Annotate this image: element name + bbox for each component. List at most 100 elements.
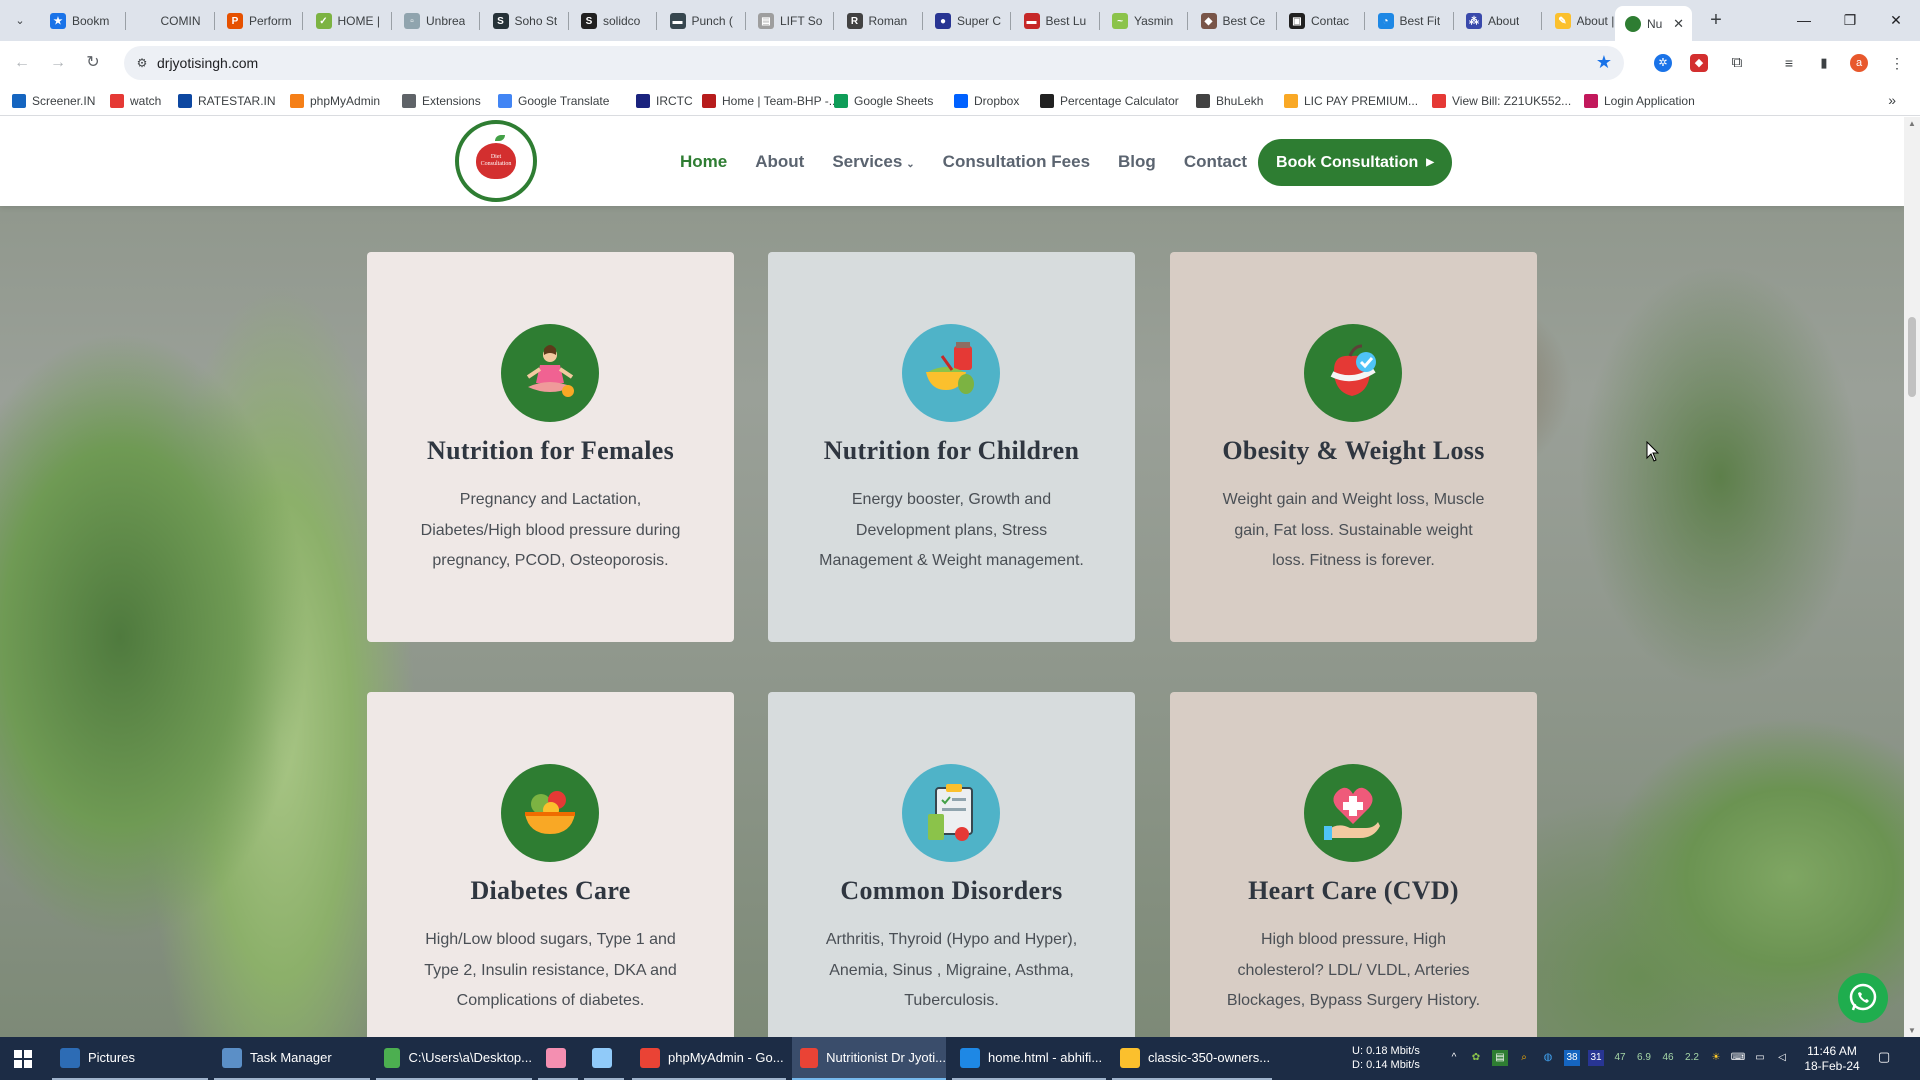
taskbar-app[interactable]: phpMyAdmin - Go...	[632, 1037, 786, 1080]
tab-4[interactable]: ✓ HOME |	[306, 6, 388, 36]
taskbar-app[interactable]	[584, 1037, 624, 1080]
bookmark-item[interactable]: Percentage Calculator	[1040, 92, 1179, 110]
tab-9[interactable]: ▤ LIFT So	[748, 6, 830, 36]
tray-search-icon[interactable]: ⌕	[1516, 1050, 1532, 1066]
tab-6[interactable]: S Soho St	[483, 6, 565, 36]
tab-10[interactable]: R Roman	[837, 6, 919, 36]
tray-keyboard-icon[interactable]: ⌨	[1730, 1050, 1746, 1066]
tab-11[interactable]: ● Super C	[925, 6, 1007, 36]
more-bookmarks-icon[interactable]: »	[1888, 92, 1896, 108]
scroll-up-icon[interactable]: ▲	[1908, 119, 1916, 128]
reload-button[interactable]: ↻	[80, 50, 106, 76]
close-window-button[interactable]: ✕	[1876, 8, 1916, 32]
bookmark-item[interactable]: LIC PAY PREMIUM...	[1284, 92, 1418, 110]
site-settings-icon[interactable]: ⚙	[134, 55, 150, 71]
bookmark-item[interactable]: Google Sheets	[834, 92, 933, 110]
bookmark-item[interactable]: View Bill: Z21UK552...	[1432, 92, 1571, 110]
service-card-children[interactable]: Nutrition for Children Energy booster, G…	[768, 252, 1135, 642]
scroll-down-icon[interactable]: ▼	[1908, 1026, 1916, 1035]
tab-16[interactable]: ◔ Best Fit	[1368, 6, 1450, 36]
media-controls-icon[interactable]: ≡	[1780, 54, 1798, 72]
tab-favicon-icon: S	[492, 13, 509, 29]
tab-5[interactable]: ▫ Unbrea	[394, 6, 476, 36]
profile-avatar[interactable]: a	[1850, 54, 1868, 72]
nav-blog[interactable]: Blog	[1118, 152, 1156, 172]
tab-7[interactable]: Ssolidco	[571, 6, 653, 36]
bookmark-item[interactable]: Google Translate	[498, 92, 609, 110]
taskbar-app[interactable]: C:\Users\a\Desktop...	[376, 1037, 532, 1080]
nav-services[interactable]: Services ⌄	[832, 152, 914, 172]
back-button[interactable]: ←	[9, 50, 35, 76]
bookmark-item[interactable]: IRCTC	[636, 92, 693, 110]
tab-14[interactable]: ◆ Best Ce	[1191, 6, 1273, 36]
tab-13[interactable]: ~ Yasmin	[1102, 6, 1184, 36]
service-card-heart[interactable]: Heart Care (CVD) High blood pressure, Hi…	[1170, 692, 1537, 1037]
taskbar-app[interactable]: home.html - abhifi...	[952, 1037, 1106, 1080]
taskbar-app[interactable]: classic-350-owners...	[1112, 1037, 1272, 1080]
tray-calendar-38-icon[interactable]: 38	[1564, 1050, 1580, 1066]
minimize-button[interactable]: —	[1784, 8, 1824, 32]
tab-3[interactable]: P Perform	[217, 6, 299, 36]
volume-icon[interactable]: ◁	[1774, 1050, 1790, 1066]
service-card-females[interactable]: Nutrition for Females Pregnancy and Lact…	[367, 252, 734, 642]
nav-consultation-fees[interactable]: Consultation Fees	[943, 152, 1090, 172]
bookmark-item[interactable]: watch	[110, 92, 161, 110]
site-logo[interactable]: Diet Consultation	[455, 120, 537, 202]
new-tab-button[interactable]: +	[1703, 8, 1729, 34]
whatsapp-chat-button[interactable]	[1838, 973, 1888, 1023]
show-hidden-icons-chevron[interactable]: ^	[1446, 1050, 1462, 1066]
bookmark-item[interactable]: BhuLekh	[1196, 92, 1263, 110]
bookmark-item[interactable]: Home | Team-BHP -...	[702, 92, 839, 110]
address-bar[interactable]: ⚙ drjyotisingh.com ★	[124, 46, 1624, 80]
nav-about[interactable]: About	[755, 152, 804, 172]
tab-12[interactable]: ▬ Best Lu	[1014, 6, 1096, 36]
bookmark-item[interactable]: Screener.IN	[12, 92, 95, 110]
taskbar-app[interactable]	[538, 1037, 578, 1080]
extension-icon[interactable]: ✲	[1654, 54, 1672, 72]
notifications-icon[interactable]: ▢	[1878, 1049, 1896, 1067]
tab-active[interactable]: Nu ✕	[1615, 6, 1692, 41]
forward-button[interactable]: →	[45, 50, 71, 76]
tray-calendar-31-icon[interactable]: 31	[1588, 1050, 1604, 1066]
tray-globe-icon[interactable]: ◍	[1540, 1050, 1556, 1066]
page-scrollbar[interactable]: ▲ ▼	[1904, 117, 1920, 1037]
service-card-diabetes[interactable]: Diabetes Care High/Low blood sugars, Typ…	[367, 692, 734, 1037]
nav-contact[interactable]: Contact	[1184, 152, 1247, 172]
bookmark-item[interactable]: Dropbox	[954, 92, 1019, 110]
tab-favicon-icon: ▬	[669, 13, 686, 29]
bookmark-item[interactable]: phpMyAdmin	[290, 92, 380, 110]
tab-8[interactable]: ▬ Punch (	[660, 6, 742, 36]
bookmark-item[interactable]: RATESTAR.IN	[178, 92, 276, 110]
tray-weather-icon[interactable]: ☀	[1708, 1050, 1724, 1066]
tab-1[interactable]: ★ Bookm	[40, 6, 122, 36]
service-card-obesity[interactable]: Obesity & Weight Loss Weight gain and We…	[1170, 252, 1537, 642]
start-button[interactable]	[0, 1037, 46, 1080]
tray-app-icon[interactable]: ✿	[1468, 1050, 1484, 1066]
taskbar-app[interactable]: Task Manager	[214, 1037, 370, 1080]
network-icon[interactable]: ▭	[1752, 1050, 1768, 1066]
extensions-puzzle-icon[interactable]: ⧉	[1728, 54, 1746, 72]
tray-sheets-icon[interactable]: ▤	[1492, 1050, 1508, 1066]
tab-2[interactable]: COMIN	[129, 6, 211, 36]
taskbar-app-icon	[960, 1047, 980, 1068]
tab-search-dropdown-icon[interactable]: ⌄	[10, 10, 30, 30]
scrollbar-thumb[interactable]	[1908, 317, 1916, 397]
system-clock[interactable]: 11:46 AM 18-Feb-24	[1797, 1044, 1867, 1074]
tab-15[interactable]: ▣ Contac	[1279, 6, 1361, 36]
tab-title: Perform	[249, 14, 292, 28]
bookmark-item[interactable]: Login Application	[1584, 92, 1695, 110]
shield-extension-icon[interactable]: ◆	[1690, 54, 1708, 72]
book-consultation-button[interactable]: Book Consultation ▶	[1258, 139, 1452, 186]
tab-17[interactable]: ⁂ About	[1456, 6, 1538, 36]
restore-button[interactable]: ❐	[1830, 8, 1870, 32]
bookmark-item[interactable]: Extensions	[402, 92, 481, 110]
url-text[interactable]: drjyotisingh.com	[157, 55, 258, 71]
side-panel-icon[interactable]: ▮	[1815, 54, 1833, 72]
service-card-disorders[interactable]: Common Disorders Arthritis, Thyroid (Hyp…	[768, 692, 1135, 1037]
close-tab-icon[interactable]: ✕	[1673, 16, 1684, 32]
taskbar-app[interactable]: Nutritionist Dr Jyoti...	[792, 1037, 946, 1080]
nav-home[interactable]: Home	[680, 152, 727, 172]
bookmark-star-icon[interactable]: ★	[1596, 52, 1612, 73]
browser-menu-icon[interactable]: ⋮	[1888, 54, 1906, 72]
taskbar-app[interactable]: Pictures	[52, 1037, 208, 1080]
